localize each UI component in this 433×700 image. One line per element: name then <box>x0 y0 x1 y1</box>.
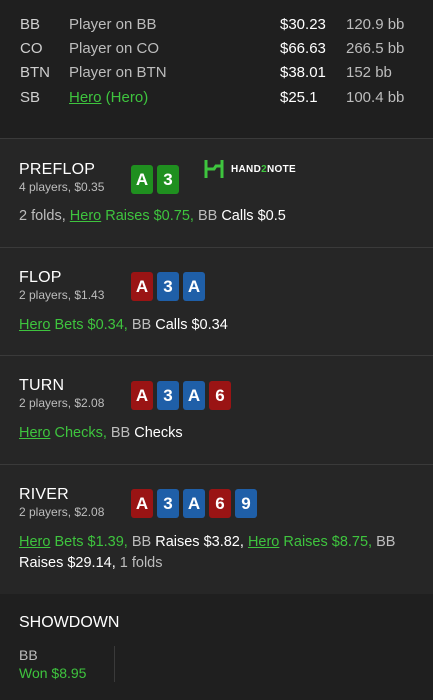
card: 6 <box>209 489 231 518</box>
card: A <box>183 381 205 410</box>
street-preflop: PREFLOP 4 players, $0.35 A 3 2 folds, He… <box>0 140 433 248</box>
hero-link[interactable]: Hero <box>70 208 101 224</box>
action-player: BB <box>131 534 152 550</box>
card: 6 <box>209 381 231 410</box>
action-text: Raises $0.75, <box>101 208 198 224</box>
street-title: FLOP <box>19 269 62 286</box>
card: 3 <box>157 381 179 410</box>
player-stack: $30.23 <box>280 15 326 33</box>
street-actions: Hero Checks, BB Checks <box>19 423 183 444</box>
winner-amount: Won $8.95 <box>19 665 87 681</box>
street-title: RIVER <box>19 486 69 503</box>
action-text: Raises $29.14, <box>19 555 120 571</box>
action-text: Checks, <box>50 425 111 441</box>
hand2note-logo-text: HAND2NOTE <box>231 164 296 175</box>
street-title: TURN <box>19 377 65 394</box>
card: A <box>131 381 153 410</box>
street-river: RIVER 2 players, $2.08 A 3 A 6 9 Hero Be… <box>0 465 433 594</box>
player-row: BTN Player on BTN $38.01 152 bb <box>20 61 415 85</box>
card: 3 <box>157 489 179 518</box>
hero-link[interactable]: Hero <box>19 317 50 333</box>
action-text: 1 folds <box>119 555 163 571</box>
street-summary: 2 players, $2.08 <box>19 396 105 410</box>
card: A <box>131 165 153 194</box>
action-text: Raises $3.82, <box>151 534 248 550</box>
player-position: CO <box>20 39 43 57</box>
action-text: Bets $1.39, <box>50 534 132 550</box>
action-player: BB <box>197 208 218 224</box>
action-text: Calls $0.34 <box>151 317 228 333</box>
logo-text-c: NOTE <box>266 163 296 175</box>
hole-cards: A 3 <box>131 165 179 194</box>
hero-link[interactable]: Hero <box>19 425 50 441</box>
player-stack: $25.1 <box>280 88 318 106</box>
player-stack-bb: 100.4 bb <box>346 88 405 106</box>
action-player: BB <box>131 317 152 333</box>
player-stack-bb: 152 bb <box>346 64 392 82</box>
card: 3 <box>157 165 179 194</box>
street-actions: Hero Bets $0.34, BB Calls $0.34 <box>19 315 228 336</box>
card: A <box>183 272 205 301</box>
board-cards: A 3 A 6 9 <box>131 489 257 518</box>
card: A <box>131 489 153 518</box>
player-position: BTN <box>20 64 50 82</box>
logo-text-a: HAND <box>231 163 262 175</box>
action-text: Bets $0.34, <box>50 317 132 333</box>
action-player: BB <box>110 425 131 441</box>
hero-link[interactable]: Hero <box>69 89 102 106</box>
showdown-title: SHOWDOWN <box>19 614 120 631</box>
winner-box: BB Won $8.95 <box>19 646 115 682</box>
card: 3 <box>157 272 179 301</box>
player-position: BB <box>20 15 41 33</box>
player-row-hero: SB Hero (Hero) $25.1 100.4 bb <box>20 85 415 109</box>
player-row: CO Player on CO $66.63 266.5 bb <box>20 36 415 60</box>
showdown-section: SHOWDOWN BB Won $8.95 <box>0 594 433 700</box>
street-actions: 2 folds, Hero Raises $0.75, BB Calls $0.… <box>19 206 286 227</box>
action-text: 2 folds, <box>19 208 70 224</box>
card: 9 <box>235 489 257 518</box>
street-summary: 2 players, $1.43 <box>19 288 105 302</box>
action-text: Checks <box>130 425 183 441</box>
player-name: Player on CO <box>69 39 160 57</box>
action-text: Calls $0.5 <box>217 208 286 224</box>
player-name: Player on BB <box>69 15 157 33</box>
hero-suffix: (Hero) <box>101 88 149 106</box>
street-summary: 2 players, $2.08 <box>19 505 105 519</box>
card: A <box>131 272 153 301</box>
hero-link[interactable]: Hero <box>248 534 279 550</box>
player-name: Hero (Hero) <box>69 89 280 106</box>
player-position: SB <box>20 88 41 106</box>
street-title: PREFLOP <box>19 161 96 178</box>
hand2note-logo: HAND2NOTE <box>203 158 296 180</box>
winner-position: BB <box>19 647 38 663</box>
hand2note-logo-icon <box>204 160 224 178</box>
action-player: BB <box>376 534 396 550</box>
street-summary: 4 players, $0.35 <box>19 180 105 194</box>
players-table: BB Player on BB $30.23 120.9 bb CO Playe… <box>0 0 433 139</box>
player-stack: $38.01 <box>280 64 326 82</box>
street-flop: FLOP 2 players, $1.43 A 3 A Hero Bets $0… <box>0 248 433 356</box>
hero-link[interactable]: Hero <box>19 534 50 550</box>
street-actions: Hero Bets $1.39, BB Raises $3.82, Hero R… <box>19 532 414 574</box>
card: A <box>183 489 205 518</box>
player-stack: $66.63 <box>280 39 326 57</box>
player-row: BB Player on BB $30.23 120.9 bb <box>20 12 415 36</box>
board-cards: A 3 A <box>131 272 205 301</box>
street-turn: TURN 2 players, $2.08 A 3 A 6 Hero Check… <box>0 356 433 465</box>
player-name: Player on BTN <box>69 64 167 82</box>
player-stack-bb: 120.9 bb <box>346 15 405 33</box>
player-stack-bb: 266.5 bb <box>346 39 405 57</box>
board-cards: A 3 A 6 <box>131 381 231 410</box>
action-text: Raises $8.75, <box>279 534 377 550</box>
